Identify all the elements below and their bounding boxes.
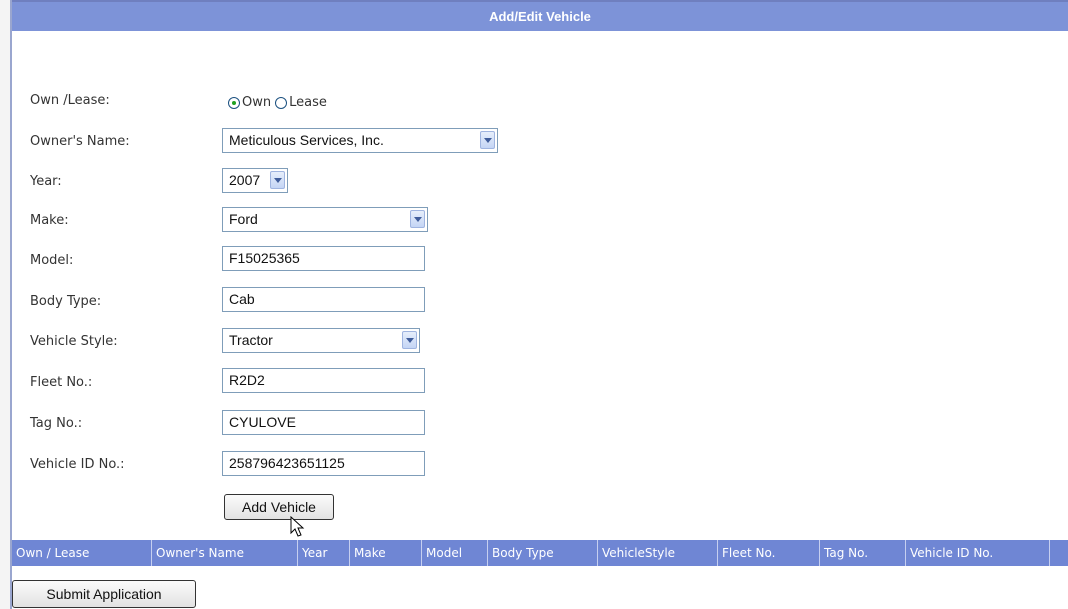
owner-name-label: Owner's Name: [30, 134, 130, 149]
year-label: Year: [30, 174, 62, 189]
fleet-no-label: Fleet No.: [30, 375, 93, 390]
vehicle-grid-header: Own / Lease Owner's Name Year Make Model… [12, 540, 1068, 566]
vehicle-style-value: Tractor [229, 332, 273, 348]
own-lease-label: Own /Lease: [30, 93, 110, 108]
tag-no-input[interactable]: CYULOVE [222, 410, 425, 435]
make-label: Make: [30, 213, 69, 228]
chevron-down-icon[interactable] [410, 210, 425, 228]
own-radio[interactable] [228, 96, 240, 109]
mouse-pointer-icon [290, 516, 305, 537]
submit-application-button[interactable]: Submit Application [12, 580, 196, 608]
own-lease-radio-group: Own Lease [228, 92, 331, 111]
column-header-make[interactable]: Make [350, 540, 422, 566]
fleet-no-input[interactable]: R2D2 [222, 368, 425, 393]
lease-radio-label[interactable]: Lease [289, 95, 327, 110]
chevron-down-icon[interactable] [402, 331, 417, 349]
owner-name-value: Meticulous Services, Inc. [229, 132, 384, 148]
model-input[interactable]: F15025365 [222, 246, 425, 271]
column-header-owner-name[interactable]: Owner's Name [152, 540, 298, 566]
column-header-body-type[interactable]: Body Type [488, 540, 598, 566]
column-header-vehicle-style[interactable]: VehicleStyle [598, 540, 718, 566]
vehicle-id-label: Vehicle ID No.: [30, 457, 125, 472]
vehicle-style-select[interactable]: Tractor [222, 328, 420, 353]
lease-radio[interactable] [275, 96, 288, 109]
own-radio-label[interactable]: Own [242, 95, 271, 110]
column-header-model[interactable]: Model [422, 540, 488, 566]
column-header-fleet-no[interactable]: Fleet No. [718, 540, 820, 566]
year-value: 2007 [229, 172, 261, 188]
body-type-label: Body Type: [30, 294, 102, 309]
chevron-down-icon[interactable] [480, 131, 495, 149]
vehicle-style-label: Vehicle Style: [30, 334, 118, 349]
body-type-input[interactable]: Cab [222, 287, 425, 312]
column-header-own-lease[interactable]: Own / Lease [12, 540, 152, 566]
panel-title: Add/Edit Vehicle [12, 0, 1068, 31]
vehicle-id-input[interactable]: 258796423651125 [222, 451, 425, 476]
year-select[interactable]: 2007 [222, 168, 288, 193]
owner-name-select[interactable]: Meticulous Services, Inc. [222, 128, 498, 153]
make-value: Ford [229, 211, 258, 227]
chevron-down-icon[interactable] [270, 171, 285, 189]
add-edit-vehicle-panel: Add/Edit Vehicle Own /Lease: Own Lease Ow… [10, 0, 1068, 609]
model-label: Model: [30, 253, 74, 268]
column-header-year[interactable]: Year [298, 540, 350, 566]
tag-no-label: Tag No.: [30, 416, 83, 431]
add-vehicle-button[interactable]: Add Vehicle [224, 494, 334, 520]
make-select[interactable]: Ford [222, 207, 428, 232]
column-header-tag-no[interactable]: Tag No. [820, 540, 906, 566]
column-header-vehicle-id[interactable]: Vehicle ID No. [906, 540, 1050, 566]
